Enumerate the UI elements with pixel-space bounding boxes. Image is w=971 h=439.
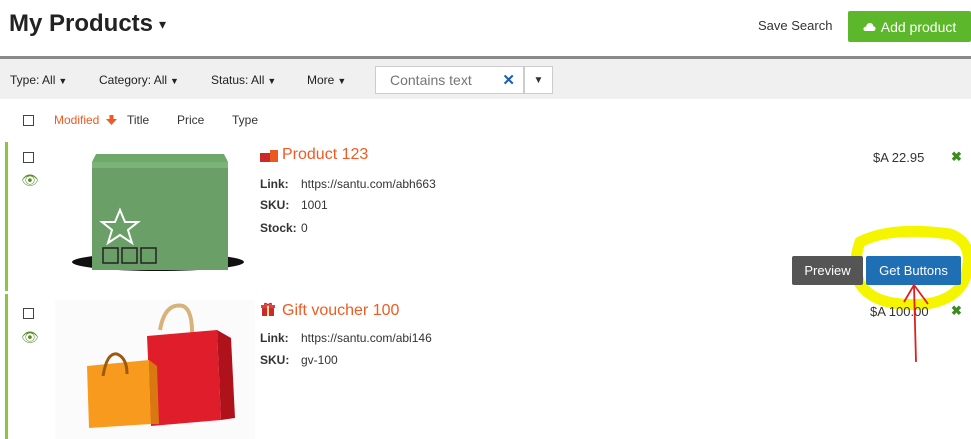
product-link[interactable]: https://santu.com/abh663	[301, 177, 436, 191]
link-label: Link:	[260, 331, 289, 345]
product-link-row: Link: https://santu.com/abi146	[260, 331, 432, 345]
product-sku-row: SKU: gv-100	[260, 353, 338, 367]
search-box: ✕	[375, 66, 524, 94]
filter-bar: Type: All ▼ Category: All ▼ Status: All ▼ M…	[0, 56, 971, 99]
product-sku-row: SKU: 1001	[260, 198, 328, 212]
remove-icon[interactable]: ✖	[951, 149, 962, 165]
caret-down-icon: ▾	[159, 16, 167, 33]
type-filter[interactable]: Type: All ▼	[10, 73, 67, 87]
column-title[interactable]: Title	[127, 113, 149, 127]
search-input[interactable]	[388, 67, 502, 93]
product-stock-row: Stock: 0	[260, 221, 308, 235]
type-filter-label: Type: All	[10, 73, 56, 87]
caret-down-icon: ▼	[267, 76, 277, 86]
arrow-down-icon	[105, 115, 117, 125]
shopping-bags-image[interactable]	[55, 300, 255, 439]
clear-icon[interactable]: ✕	[502, 71, 515, 89]
box-icon	[260, 150, 278, 162]
product-link[interactable]: https://santu.com/abi146	[301, 331, 432, 345]
caret-down-icon: ▼	[337, 76, 347, 86]
status-filter-label: Status: All	[211, 73, 265, 87]
page-title[interactable]: My Products ▾	[9, 10, 166, 38]
add-product-button[interactable]: Add product	[848, 11, 971, 42]
product-sku: 1001	[301, 198, 328, 212]
product-title-link[interactable]: Gift voucher 100	[282, 302, 399, 320]
caret-down-icon: ▼	[533, 74, 544, 86]
remove-icon[interactable]: ✖	[951, 303, 962, 319]
column-price[interactable]: Price	[177, 113, 204, 127]
product-checkbox[interactable]	[23, 152, 34, 163]
row-indicator	[5, 294, 8, 439]
link-label: Link:	[260, 177, 289, 191]
row-indicator	[5, 142, 8, 291]
search-dropdown-button[interactable]: ▼	[524, 66, 553, 94]
preview-button[interactable]: Preview	[792, 256, 863, 285]
save-search-link[interactable]: Save Search	[758, 18, 832, 33]
stock-label: Stock:	[260, 221, 297, 235]
product-stock: 0	[301, 221, 308, 235]
product-checkbox[interactable]	[23, 308, 34, 319]
cloud-icon	[863, 22, 876, 31]
product-link-row: Link: https://santu.com/abh663	[260, 177, 436, 191]
eye-icon[interactable]: 👁	[21, 172, 39, 189]
category-filter[interactable]: Category: All ▼	[99, 73, 179, 87]
more-filter-label: More	[307, 73, 335, 87]
add-product-label: Add product	[880, 18, 957, 35]
more-filter[interactable]: More ▼	[307, 73, 346, 87]
gift-icon	[261, 302, 275, 316]
status-filter[interactable]: Status: All ▼	[211, 73, 276, 87]
column-modified-label: Modified	[54, 113, 100, 127]
sku-label: SKU:	[260, 353, 290, 367]
select-all-checkbox[interactable]	[23, 115, 34, 126]
column-type[interactable]: Type	[232, 113, 258, 127]
caret-down-icon: ▼	[170, 76, 179, 86]
sku-label: SKU:	[260, 198, 290, 212]
caret-down-icon: ▼	[58, 76, 68, 86]
category-filter-label: Category: All	[99, 73, 168, 87]
product-sku: gv-100	[301, 353, 338, 367]
column-modified[interactable]: Modified	[54, 113, 117, 127]
eye-icon[interactable]: 👁	[21, 329, 39, 346]
product-box-image[interactable]	[68, 146, 248, 274]
product-price: $A 22.95	[873, 150, 925, 165]
get-buttons-button[interactable]: Get Buttons	[866, 256, 961, 285]
page-title-text: My Products	[9, 10, 154, 37]
product-title-link[interactable]: Product 123	[282, 146, 368, 164]
arrow-annotation	[903, 283, 929, 363]
